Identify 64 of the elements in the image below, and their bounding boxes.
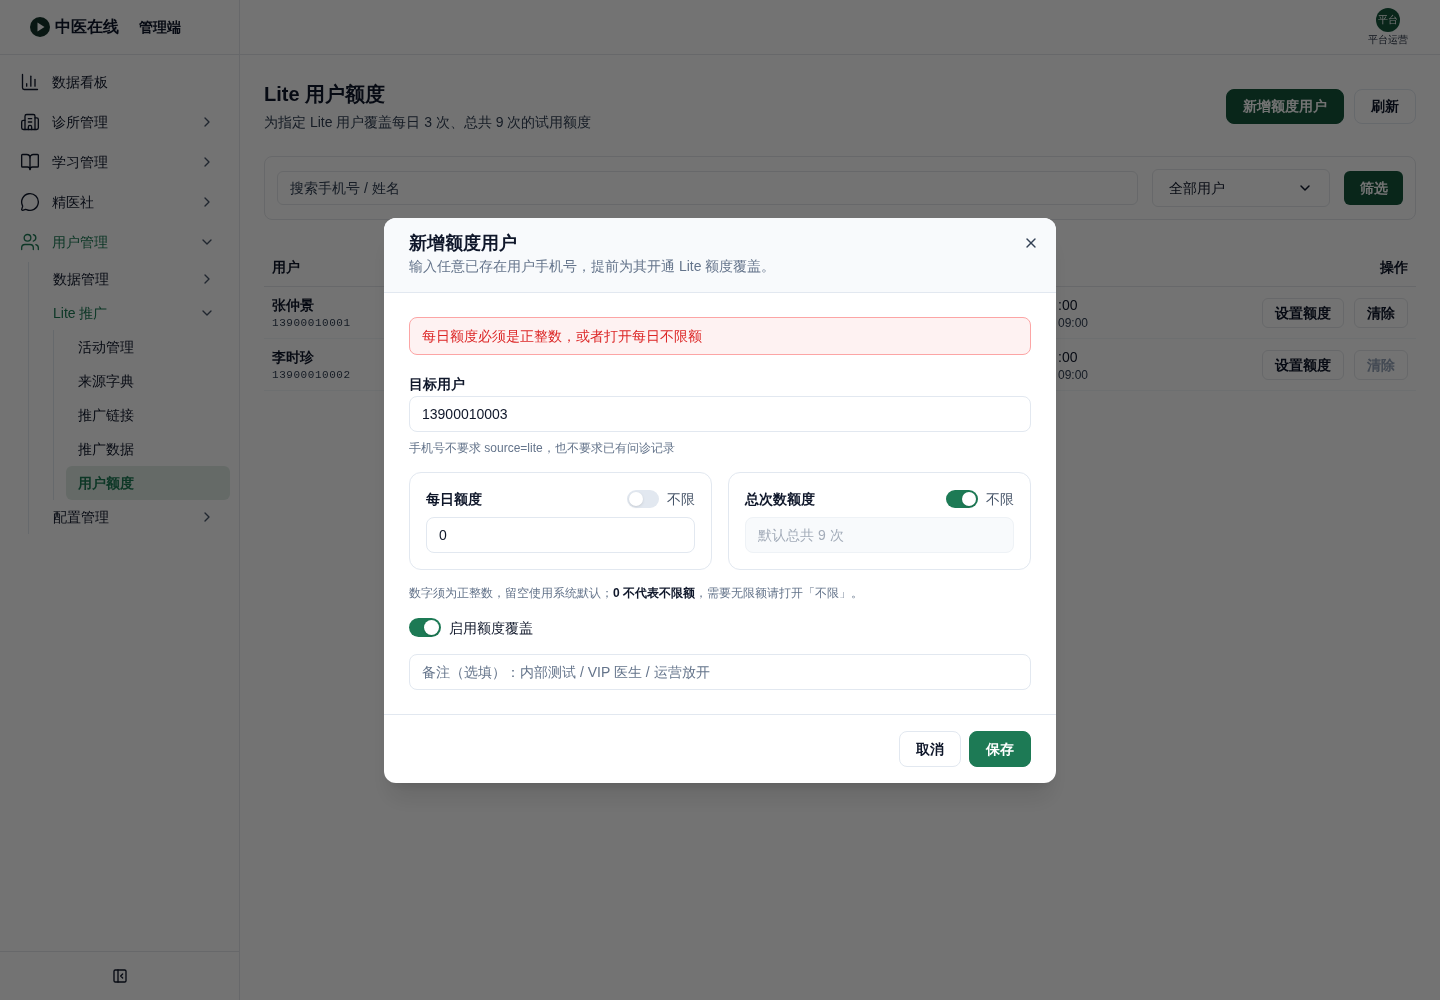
user-name: 平台运营 [1368, 34, 1408, 46]
page-subtitle: 为指定 Lite 用户覆盖每日 3 次、总共 9 次的试用额度 [264, 113, 592, 132]
building-icon [20, 112, 40, 132]
toggle-label: 不限 [986, 489, 1014, 509]
set-quota-button[interactable]: 设置额度 [1262, 297, 1344, 328]
collapse-sidebar-button[interactable] [111, 968, 128, 984]
save-button[interactable]: 保存 [969, 730, 1031, 767]
brand-name: 中医在线 [55, 17, 119, 37]
toggle-label: 不限 [667, 489, 695, 509]
nav-item[interactable]: 数据管理 [29, 262, 239, 296]
toggle-switch[interactable] [946, 489, 978, 508]
logo-icon [30, 17, 50, 37]
column-header: 用户 [272, 257, 300, 277]
field-label: 目标用户 [409, 374, 466, 394]
dialog-subtitle: 输入任意已存在用户手机号，提前为其开通 Lite 额度覆盖。 [409, 256, 777, 276]
user-avatar[interactable]: 平台 [1376, 8, 1400, 32]
table-cell: 09:00 [1058, 366, 1089, 383]
quota-label: 每日额度 [426, 489, 482, 509]
speech-bubble-icon [20, 192, 40, 212]
nav-item[interactable]: 精医社 [0, 182, 239, 222]
nav-item[interactable]: 用户额度 [66, 466, 230, 500]
sidebar-collapse-icon [111, 968, 128, 984]
error-alert: 每日额度必须是正整数，或者打开每日不限额 [409, 316, 1031, 355]
nav-item[interactable]: 诊所管理 [0, 102, 239, 142]
toggle-label: 启用额度覆盖 [449, 618, 533, 638]
filter-button[interactable]: 筛选 [1344, 171, 1403, 205]
dialog-title: 新增额度用户 [409, 231, 518, 255]
nav-item[interactable]: Lite 推广 [29, 296, 239, 330]
quota-label: 总次数额度 [745, 489, 815, 509]
nav-item[interactable]: 用户管理 [0, 222, 239, 262]
set-quota-button[interactable]: 设置额度 [1262, 349, 1344, 380]
nav-item[interactable]: 推广链接 [66, 398, 230, 432]
refresh-button[interactable]: 刷新 [1354, 88, 1416, 124]
search-field[interactable]: 搜索手机号 / 姓名 [277, 171, 1138, 205]
people-icon [20, 232, 40, 252]
page-title: Lite 用户额度 [264, 82, 387, 107]
user-name-cell-text: 张仲景 [272, 295, 314, 315]
nav-item[interactable]: 配置管理 [29, 500, 239, 534]
nav-item[interactable]: 来源字典 [66, 364, 230, 398]
quota-input[interactable]: 0 [426, 516, 695, 553]
table-cell-text: :00 [1058, 295, 1078, 315]
cancel-button[interactable]: 取消 [899, 730, 961, 767]
phone-input[interactable]: 13900010003 [409, 395, 1031, 432]
table-cell-text: :00 [1058, 347, 1078, 367]
column-header: 操作 [1380, 257, 1408, 277]
help-text: 手机号不要求 source=lite，也不要求已有问诊记录 [409, 439, 676, 456]
phone-cell-text: 13900010001 [272, 315, 351, 331]
note-input[interactable]: 备注（选填）：内部测试 / VIP 医生 / 运营放开 [409, 653, 1031, 690]
nav-item[interactable]: 学习管理 [0, 142, 239, 182]
toggle-switch[interactable] [409, 618, 441, 637]
add-user-button[interactable]: 新增额度用户 [1226, 88, 1344, 124]
nav-item[interactable]: 活动管理 [66, 330, 230, 364]
user-type-select[interactable]: 全部用户 [1152, 169, 1330, 207]
nav-item[interactable]: 推广数据 [66, 432, 230, 466]
phone-cell-text: 13900010002 [272, 367, 351, 383]
nav-item[interactable]: 数据看板 [0, 62, 239, 102]
table-cell: 09:00 [1058, 314, 1089, 331]
brand-suffix: 管理端 [139, 18, 181, 37]
toggle-switch[interactable] [627, 489, 659, 508]
bar-chart-icon [20, 72, 40, 92]
open-book-icon [20, 152, 40, 172]
clear-button[interactable]: 清除 [1354, 297, 1408, 328]
user-name-cell-text: 李时珍 [272, 347, 314, 367]
help-text: 数字须为正整数，留空使用系统默认；0 不代表不限额，需要无限额请打开「不限」。 [409, 584, 864, 601]
